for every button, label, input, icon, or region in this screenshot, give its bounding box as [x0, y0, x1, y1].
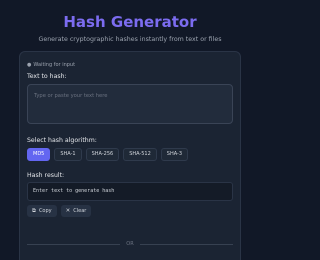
hash-result-output[interactable]: Enter text to generate hash	[27, 182, 233, 201]
divider-line-left	[27, 243, 121, 245]
or-divider-text: OR	[126, 241, 134, 247]
status-text: Waiting for input	[33, 62, 76, 68]
dot-icon: ●	[27, 62, 32, 68]
close-icon: ✕	[65, 208, 71, 214]
algorithm-selector: MD5 SHA-1 SHA-256 SHA-512 SHA-3	[27, 148, 189, 161]
page-subtitle: Generate cryptographic hashes instantly …	[38, 36, 222, 43]
algo-button-sha1[interactable]: SHA-1	[54, 148, 82, 161]
clear-label: Clear	[73, 208, 87, 214]
algo-button-sha512[interactable]: SHA-512	[123, 148, 157, 161]
copy-button[interactable]: ⧉ Copy	[27, 205, 57, 217]
algo-button-md5[interactable]: MD5	[27, 148, 51, 161]
algorithm-label: Select hash algorithm:	[27, 137, 97, 144]
text-input[interactable]	[27, 84, 233, 124]
result-actions: ⧉ Copy ✕ Clear	[27, 205, 92, 217]
algo-button-sha3[interactable]: SHA-3	[160, 148, 189, 161]
divider-line-right	[139, 243, 234, 245]
status-indicator: ● Waiting for input	[27, 61, 75, 69]
clear-button[interactable]: ✕ Clear	[60, 205, 92, 217]
copy-label: Copy	[38, 208, 52, 214]
text-input-label: Text to hash:	[27, 73, 67, 80]
page: Hash Generator Generate cryptographic ha…	[0, 0, 260, 260]
algo-button-sha256[interactable]: SHA-256	[85, 148, 120, 161]
or-divider: OR	[27, 240, 234, 248]
page-title: Hash Generator	[63, 13, 197, 31]
copy-icon: ⧉	[32, 208, 36, 214]
result-label: Hash result:	[27, 172, 65, 179]
